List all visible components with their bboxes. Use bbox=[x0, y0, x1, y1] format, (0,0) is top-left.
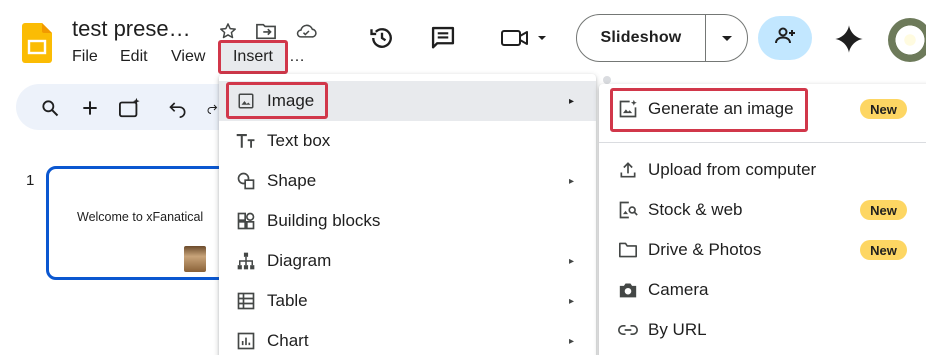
insert-menu-item-building-blocks[interactable]: Building blocks bbox=[219, 201, 596, 241]
image-submenu-item-camera[interactable]: Camera bbox=[599, 270, 926, 310]
slideshow-button[interactable]: Slideshow bbox=[576, 14, 748, 62]
gemini-icon[interactable] bbox=[834, 24, 864, 54]
avatar[interactable] bbox=[888, 18, 926, 62]
image-submenu-item-stock[interactable]: Stock & web New bbox=[599, 190, 926, 230]
undo-icon[interactable] bbox=[166, 96, 190, 120]
insert-menu-item-label: Text box bbox=[267, 131, 331, 150]
image-submenu-item-label: Upload from computer bbox=[648, 160, 817, 179]
cloud-saved-icon[interactable] bbox=[295, 20, 317, 42]
stock-image-icon bbox=[617, 199, 639, 221]
insert-menu-item-label: Building blocks bbox=[267, 211, 381, 230]
image-submenu-item-label: Camera bbox=[648, 280, 709, 299]
image-submenu-item-label: Drive & Photos bbox=[648, 240, 762, 259]
meet-icon[interactable] bbox=[496, 22, 552, 54]
new-badge: New bbox=[860, 240, 907, 260]
insert-menu-item-label: Table bbox=[267, 291, 308, 310]
image-item-highlight bbox=[226, 82, 328, 119]
share-icon bbox=[773, 24, 797, 53]
insert-menu-item-label: Shape bbox=[267, 171, 317, 190]
upload-icon bbox=[617, 159, 639, 181]
comments-icon[interactable] bbox=[427, 22, 459, 54]
new-badge: New bbox=[860, 99, 907, 119]
submenu-arrow-icon: ▸ bbox=[569, 295, 575, 307]
search-icon[interactable] bbox=[38, 96, 62, 120]
table-icon bbox=[235, 290, 257, 312]
link-icon bbox=[617, 319, 639, 341]
menu-file[interactable]: File bbox=[72, 48, 98, 66]
insert-menu-item-label: Diagram bbox=[267, 251, 332, 270]
slide-number: 1 bbox=[26, 172, 35, 189]
insert-menu-item-chart[interactable]: Chart ▸ bbox=[219, 321, 596, 355]
menu-view[interactable]: View bbox=[171, 48, 205, 66]
camera-icon bbox=[617, 279, 639, 301]
generate-image-highlight bbox=[610, 88, 808, 132]
diagram-icon bbox=[235, 250, 257, 272]
menu-insert[interactable]: Insert bbox=[218, 40, 288, 74]
star-icon[interactable] bbox=[217, 20, 239, 42]
share-button[interactable] bbox=[758, 16, 812, 60]
slide-thumbnail-text: Welcome to xFanatical bbox=[77, 210, 204, 224]
submenu-arrow-icon: ▸ bbox=[569, 255, 575, 267]
image-submenu-item-label: By URL bbox=[648, 320, 707, 339]
image-submenu-item-label: Stock & web bbox=[648, 200, 743, 219]
folder-icon bbox=[617, 239, 639, 261]
redo-icon[interactable] bbox=[206, 96, 218, 120]
insert-menu-item-table[interactable]: Table ▸ bbox=[219, 281, 596, 321]
chevron-down-icon[interactable] bbox=[706, 33, 747, 43]
new-badge: New bbox=[860, 200, 907, 220]
google-slides-logo[interactable] bbox=[22, 23, 52, 63]
document-title[interactable]: test prese… bbox=[72, 16, 191, 42]
new-slide-icon[interactable] bbox=[78, 96, 102, 120]
move-to-folder-icon[interactable] bbox=[255, 20, 277, 42]
building-blocks-icon bbox=[235, 210, 257, 232]
insert-menu-item-diagram[interactable]: Diagram ▸ bbox=[219, 241, 596, 281]
slideshow-label[interactable]: Slideshow bbox=[577, 29, 705, 47]
insert-menu-item-shape[interactable]: Shape ▸ bbox=[219, 161, 596, 201]
submenu-arrow-icon: ▸ bbox=[569, 175, 575, 187]
image-submenu-item-drive[interactable]: Drive & Photos New bbox=[599, 230, 926, 270]
menu-scroll-indicator bbox=[603, 76, 611, 84]
submenu-arrow-icon: ▸ bbox=[569, 335, 575, 347]
submenu-arrow-icon: ▸ bbox=[569, 95, 575, 107]
menu-edit[interactable]: Edit bbox=[120, 48, 148, 66]
magic-icon[interactable] bbox=[118, 96, 142, 120]
chart-icon bbox=[235, 330, 257, 352]
submenu-divider bbox=[599, 142, 926, 143]
version-history-icon[interactable] bbox=[366, 22, 398, 54]
insert-menu-item-label: Chart bbox=[267, 331, 309, 350]
slide-thumbnail-image bbox=[184, 246, 206, 272]
shape-icon bbox=[235, 170, 257, 192]
insert-menu-item-text-box[interactable]: Text box bbox=[219, 121, 596, 161]
image-submenu-item-upload[interactable]: Upload from computer bbox=[599, 150, 926, 190]
text-box-icon bbox=[235, 130, 257, 152]
menu-more[interactable]: … bbox=[289, 48, 305, 66]
image-submenu-item-url[interactable]: By URL bbox=[599, 310, 926, 350]
